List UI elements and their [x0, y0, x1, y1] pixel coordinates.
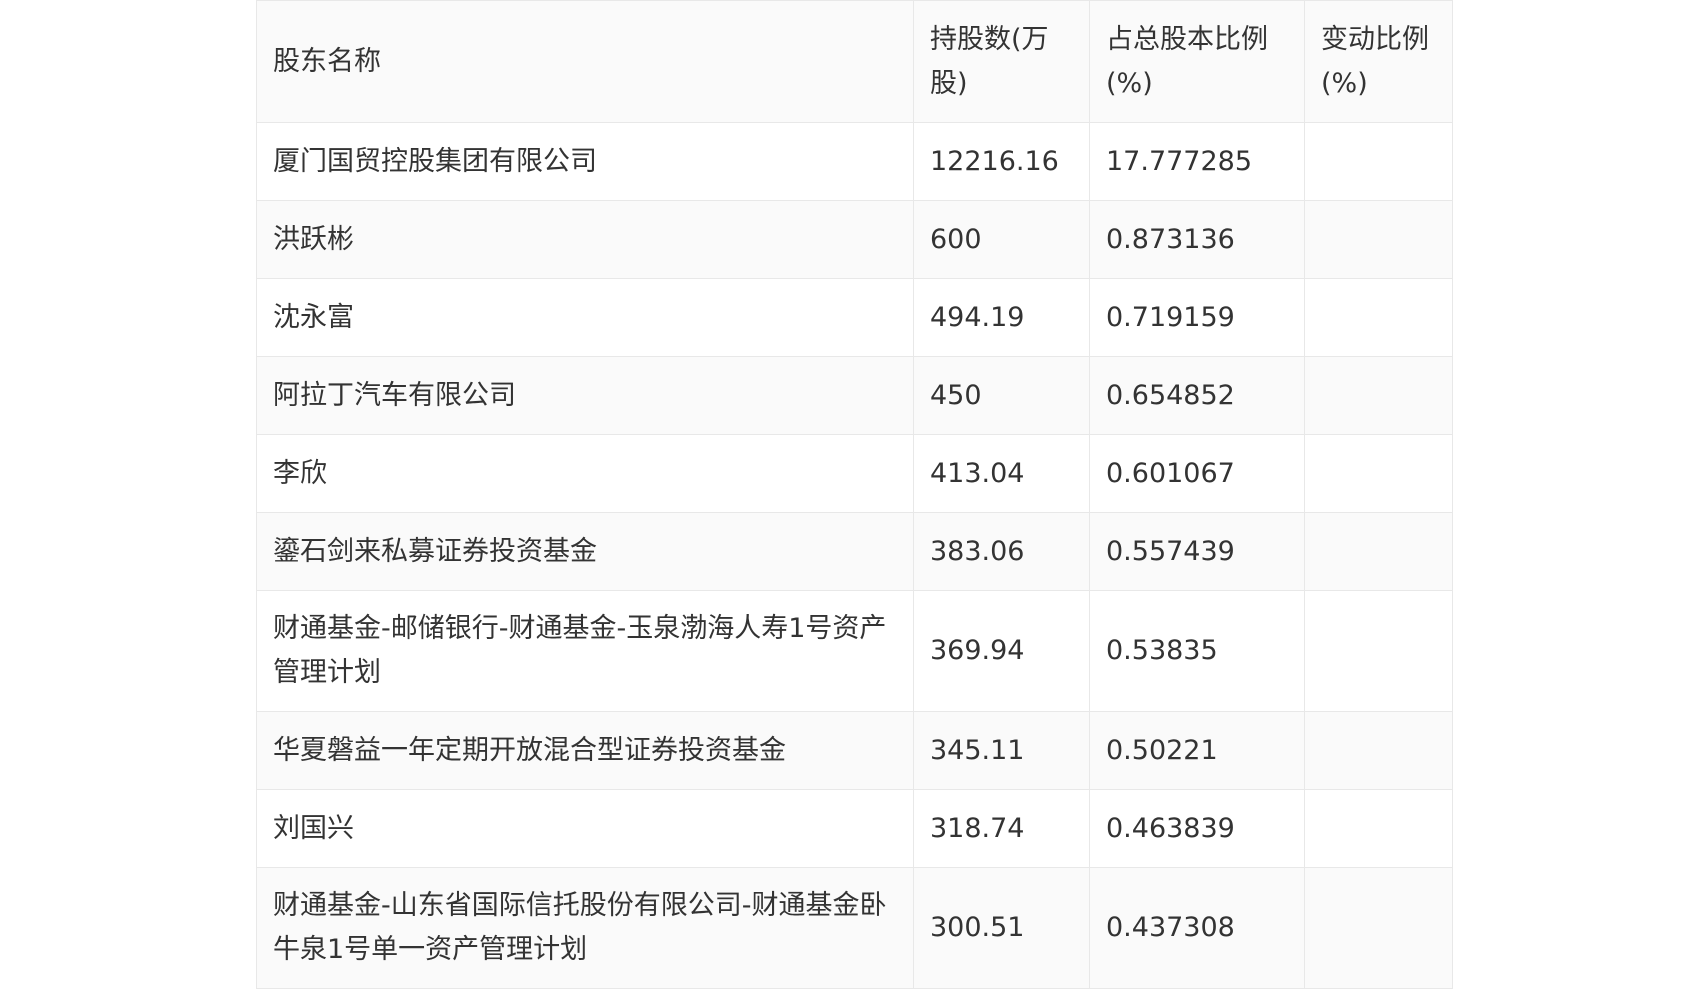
cell-shares: 450 — [913, 356, 1090, 435]
shareholder-table: 股东名称 持股数(万股) 占总股本比例(%) 变动比例(%) 厦门国贸控股集团有… — [256, 0, 1453, 989]
cell-name: 华夏磐益一年定期开放混合型证券投资基金 — [256, 711, 914, 790]
cell-name: 洪跃彬 — [256, 200, 914, 279]
cell-change — [1304, 122, 1453, 201]
cell-ratio: 0.557439 — [1089, 512, 1305, 591]
cell-shares: 345.11 — [913, 711, 1090, 790]
cell-name: 鎏石剑来私募证券投资基金 — [256, 512, 914, 591]
cell-shares: 383.06 — [913, 512, 1090, 591]
table-row: 华夏磐益一年定期开放混合型证券投资基金 345.11 0.50221 — [256, 711, 1453, 790]
cell-change — [1304, 789, 1453, 868]
cell-change — [1304, 867, 1453, 989]
table-header-row: 股东名称 持股数(万股) 占总股本比例(%) 变动比例(%) — [256, 0, 1453, 123]
cell-ratio: 0.654852 — [1089, 356, 1305, 435]
cell-name: 财通基金-邮储银行-财通基金-玉泉渤海人寿1号资产管理计划 — [256, 590, 914, 712]
cell-ratio: 0.463839 — [1089, 789, 1305, 868]
cell-ratio: 0.873136 — [1089, 200, 1305, 279]
cell-change — [1304, 711, 1453, 790]
table-row: 沈永富 494.19 0.719159 — [256, 278, 1453, 357]
cell-shares: 318.74 — [913, 789, 1090, 868]
header-shareholder-name: 股东名称 — [256, 0, 914, 123]
cell-name: 厦门国贸控股集团有限公司 — [256, 122, 914, 201]
cell-ratio: 17.777285 — [1089, 122, 1305, 201]
cell-name: 李欣 — [256, 434, 914, 513]
table-row: 洪跃彬 600 0.873136 — [256, 200, 1453, 279]
cell-shares: 12216.16 — [913, 122, 1090, 201]
cell-name: 阿拉丁汽车有限公司 — [256, 356, 914, 435]
cell-ratio: 0.53835 — [1089, 590, 1305, 712]
table-row: 李欣 413.04 0.601067 — [256, 434, 1453, 513]
cell-shares: 369.94 — [913, 590, 1090, 712]
cell-name: 沈永富 — [256, 278, 914, 357]
table-row: 厦门国贸控股集团有限公司 12216.16 17.777285 — [256, 122, 1453, 201]
cell-change — [1304, 356, 1453, 435]
header-shares: 持股数(万股) — [913, 0, 1090, 123]
cell-shares: 413.04 — [913, 434, 1090, 513]
shareholder-table-container: 股东名称 持股数(万股) 占总股本比例(%) 变动比例(%) 厦门国贸控股集团有… — [256, 0, 1453, 989]
table-row: 阿拉丁汽车有限公司 450 0.654852 — [256, 356, 1453, 435]
cell-name: 刘国兴 — [256, 789, 914, 868]
table-row: 财通基金-邮储银行-财通基金-玉泉渤海人寿1号资产管理计划 369.94 0.5… — [256, 590, 1453, 712]
cell-ratio: 0.601067 — [1089, 434, 1305, 513]
cell-shares: 600 — [913, 200, 1090, 279]
cell-shares: 300.51 — [913, 867, 1090, 989]
cell-ratio: 0.719159 — [1089, 278, 1305, 357]
cell-change — [1304, 512, 1453, 591]
cell-change — [1304, 278, 1453, 357]
cell-ratio: 0.50221 — [1089, 711, 1305, 790]
header-ratio: 占总股本比例(%) — [1089, 0, 1305, 123]
cell-shares: 494.19 — [913, 278, 1090, 357]
cell-name: 财通基金-山东省国际信托股份有限公司-财通基金卧牛泉1号单一资产管理计划 — [256, 867, 914, 989]
table-row: 鎏石剑来私募证券投资基金 383.06 0.557439 — [256, 512, 1453, 591]
table-row: 刘国兴 318.74 0.463839 — [256, 789, 1453, 868]
cell-ratio: 0.437308 — [1089, 867, 1305, 989]
cell-change — [1304, 590, 1453, 712]
cell-change — [1304, 434, 1453, 513]
header-change: 变动比例(%) — [1304, 0, 1453, 123]
cell-change — [1304, 200, 1453, 279]
table-row: 财通基金-山东省国际信托股份有限公司-财通基金卧牛泉1号单一资产管理计划 300… — [256, 867, 1453, 989]
